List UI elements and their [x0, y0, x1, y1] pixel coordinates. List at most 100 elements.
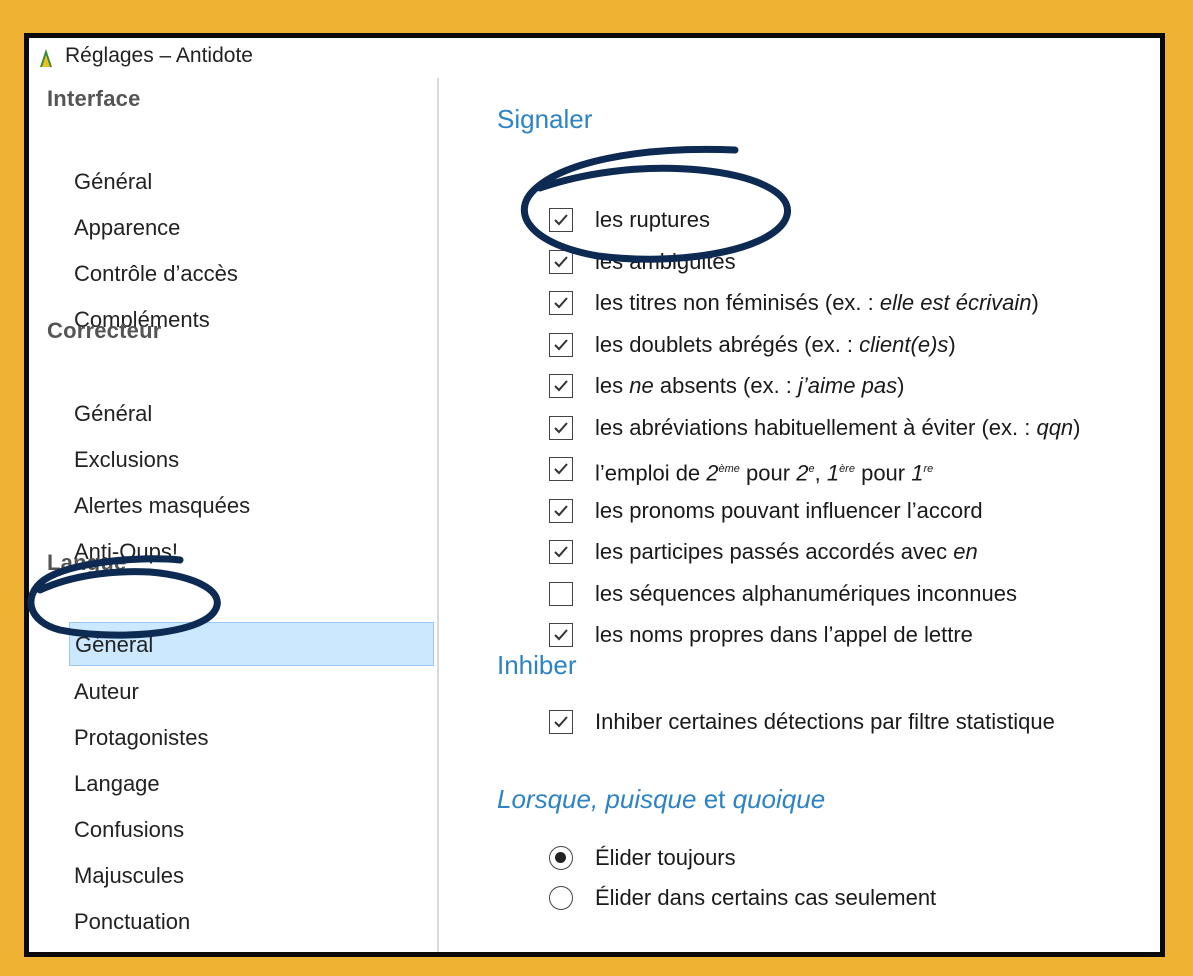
sidebar-item-langage[interactable]: Langage	[69, 762, 434, 806]
option-label: Inhiber certaines détections par filtre …	[595, 709, 1055, 734]
option-label-part: les noms propres dans l’appel de lettre	[595, 622, 973, 647]
option-label-part: les abréviations habituellement à éviter…	[595, 414, 1037, 440]
sidebar-item-langue-general[interactable]: Général	[69, 622, 434, 666]
checkmark-icon	[554, 716, 568, 728]
option-label-part: qqn	[1036, 414, 1074, 440]
sidebar-item-majuscules[interactable]: Majuscules	[69, 854, 434, 898]
sidebar-item-controle-acces[interactable]: Contrôle d’accès	[69, 252, 434, 296]
checkbox-checked[interactable]	[549, 498, 573, 523]
option-label-part: )	[948, 331, 956, 357]
sidebar-item-exclusions[interactable]: Exclusions	[69, 438, 434, 482]
checkbox-unchecked[interactable]	[549, 581, 573, 606]
option-label: l’emploi de 2ème pour 2e, 1ère pour 1re	[595, 451, 933, 491]
checkmark-icon	[554, 463, 568, 475]
checkmark-icon	[554, 421, 568, 433]
option-label: les ruptures	[595, 202, 710, 238]
settings-sidebar: Interface Général Apparence Contrôle d’a…	[29, 74, 438, 952]
checkbox-checked[interactable]	[549, 457, 573, 481]
option-label: Élider dans certains cas seulement	[595, 885, 937, 910]
checkmark-icon	[554, 338, 568, 350]
sidebar-item-apparence[interactable]: Apparence	[69, 206, 434, 250]
title-et: et	[696, 784, 733, 814]
option-label-part: 1	[826, 460, 840, 486]
option-label-part: 1	[911, 460, 924, 486]
option-label-part: client(e)s	[859, 331, 949, 357]
option-label-part: pour	[739, 460, 797, 486]
option-label-part: en	[953, 539, 978, 564]
option-label-part: ère	[839, 463, 855, 475]
option-label-part: les participes passés accordés avec	[595, 539, 954, 564]
sidebar-item-alertes-masquees[interactable]: Alertes masquées	[69, 484, 434, 528]
option-label-part: 2	[796, 460, 809, 486]
checkbox[interactable]	[549, 710, 573, 734]
option-label-part: )	[1073, 414, 1081, 440]
checkmark-icon	[554, 546, 568, 558]
option-label-part: )	[897, 373, 905, 398]
option-label-part: les titres non féminisés (ex. :	[595, 290, 880, 315]
checkbox-checked[interactable]	[549, 415, 573, 440]
option-label-part: re	[923, 463, 934, 475]
antidote-app-icon	[40, 49, 52, 67]
option-label: Élider toujours	[595, 845, 736, 870]
sidebar-item-interface-general[interactable]: Général	[69, 160, 434, 204]
checkbox-checked[interactable]	[549, 623, 573, 647]
option-label-part: l’emploi de	[595, 460, 707, 486]
window-title: Réglages – Antidote	[65, 44, 253, 67]
checkbox-checked[interactable]	[549, 249, 573, 274]
checkmark-icon	[554, 214, 568, 226]
option-label: les ambigüités	[595, 244, 736, 280]
option-label: les doublets abrégés (ex. : client(e)s)	[595, 327, 956, 363]
checkbox-checked[interactable]	[549, 208, 573, 232]
option-label-part: 2	[706, 460, 719, 486]
sidebar-item-auteur[interactable]: Auteur	[69, 670, 434, 714]
checkbox-checked[interactable]	[549, 291, 573, 315]
option-label: les séquences alphanumériques inconnues	[595, 576, 1017, 612]
checkbox-checked[interactable]	[549, 540, 573, 564]
option-label-part: les doublets abrégés (ex. :	[595, 331, 860, 357]
option-label-part: elle est écrivain	[879, 290, 1032, 315]
option-label-part: les pronoms pouvant influencer l’accord	[595, 497, 983, 523]
title-quoique: quoique	[732, 784, 826, 814]
radio-dot-icon	[555, 852, 566, 863]
option-label-part: les ruptures	[595, 207, 710, 232]
option-label-part: les	[595, 373, 630, 398]
option-label-part: absents (ex. :	[653, 373, 799, 398]
checkmark-icon	[554, 255, 568, 267]
settings-window: Réglages – Antidote Interface Général Ap…	[24, 33, 1165, 957]
section-title-signaler: Signaler	[497, 104, 593, 134]
option-label: les pronoms pouvant influencer l’accord	[595, 493, 983, 529]
option-label-part: j’aime pas	[798, 373, 898, 398]
sidebar-item-ponctuation[interactable]: Ponctuation	[69, 900, 434, 944]
option-label: les ne absents (ex. : j’aime pas)	[595, 368, 904, 404]
radio-button[interactable]	[549, 886, 573, 910]
title-bar: Réglages – Antidote	[29, 38, 1160, 74]
option-label-part: ème	[718, 463, 740, 475]
section-title-inhiber: Inhiber	[497, 650, 577, 680]
checkbox-checked[interactable]	[549, 374, 573, 398]
option-label-part: ,	[814, 460, 827, 486]
sidebar-item-rectifications[interactable]: Rectifications	[69, 946, 434, 952]
checkmark-icon	[554, 504, 568, 516]
sidebar-section-interface: Interface	[47, 86, 141, 111]
option-label: les titres non féminisés (ex. : elle est…	[595, 285, 1039, 321]
option-label: les noms propres dans l’appel de lettre	[595, 617, 973, 653]
option-label-part: ne	[629, 373, 654, 398]
radio-button-selected[interactable]	[549, 846, 573, 870]
sidebar-section-langue: Langue	[47, 550, 127, 575]
checkmark-icon	[554, 629, 568, 641]
title-lorsque-puisque: Lorsque, puisque	[497, 784, 697, 814]
sidebar-section-correcteur: Correcteur	[47, 318, 162, 343]
section-title-lorsque: Lorsque, puisque et quoique	[497, 784, 825, 815]
checkbox-checked[interactable]	[549, 332, 573, 357]
sidebar-item-correcteur-general[interactable]: Général	[69, 392, 434, 436]
option-label-part: les séquences alphanumériques inconnues	[595, 580, 1017, 606]
checkmark-icon	[554, 380, 568, 392]
option-label-part: pour	[854, 460, 912, 486]
checkmark-icon	[554, 297, 568, 309]
settings-content: Signaler les ruptures les ambigüités les t…	[439, 74, 1160, 952]
sidebar-item-confusions[interactable]: Confusions	[69, 808, 434, 852]
option-label: les abréviations habituellement à éviter…	[595, 410, 1081, 446]
option-label-part: )	[1031, 290, 1039, 315]
sidebar-item-protagonistes[interactable]: Protagonistes	[69, 716, 434, 760]
option-label-part: les ambigüités	[595, 248, 736, 274]
